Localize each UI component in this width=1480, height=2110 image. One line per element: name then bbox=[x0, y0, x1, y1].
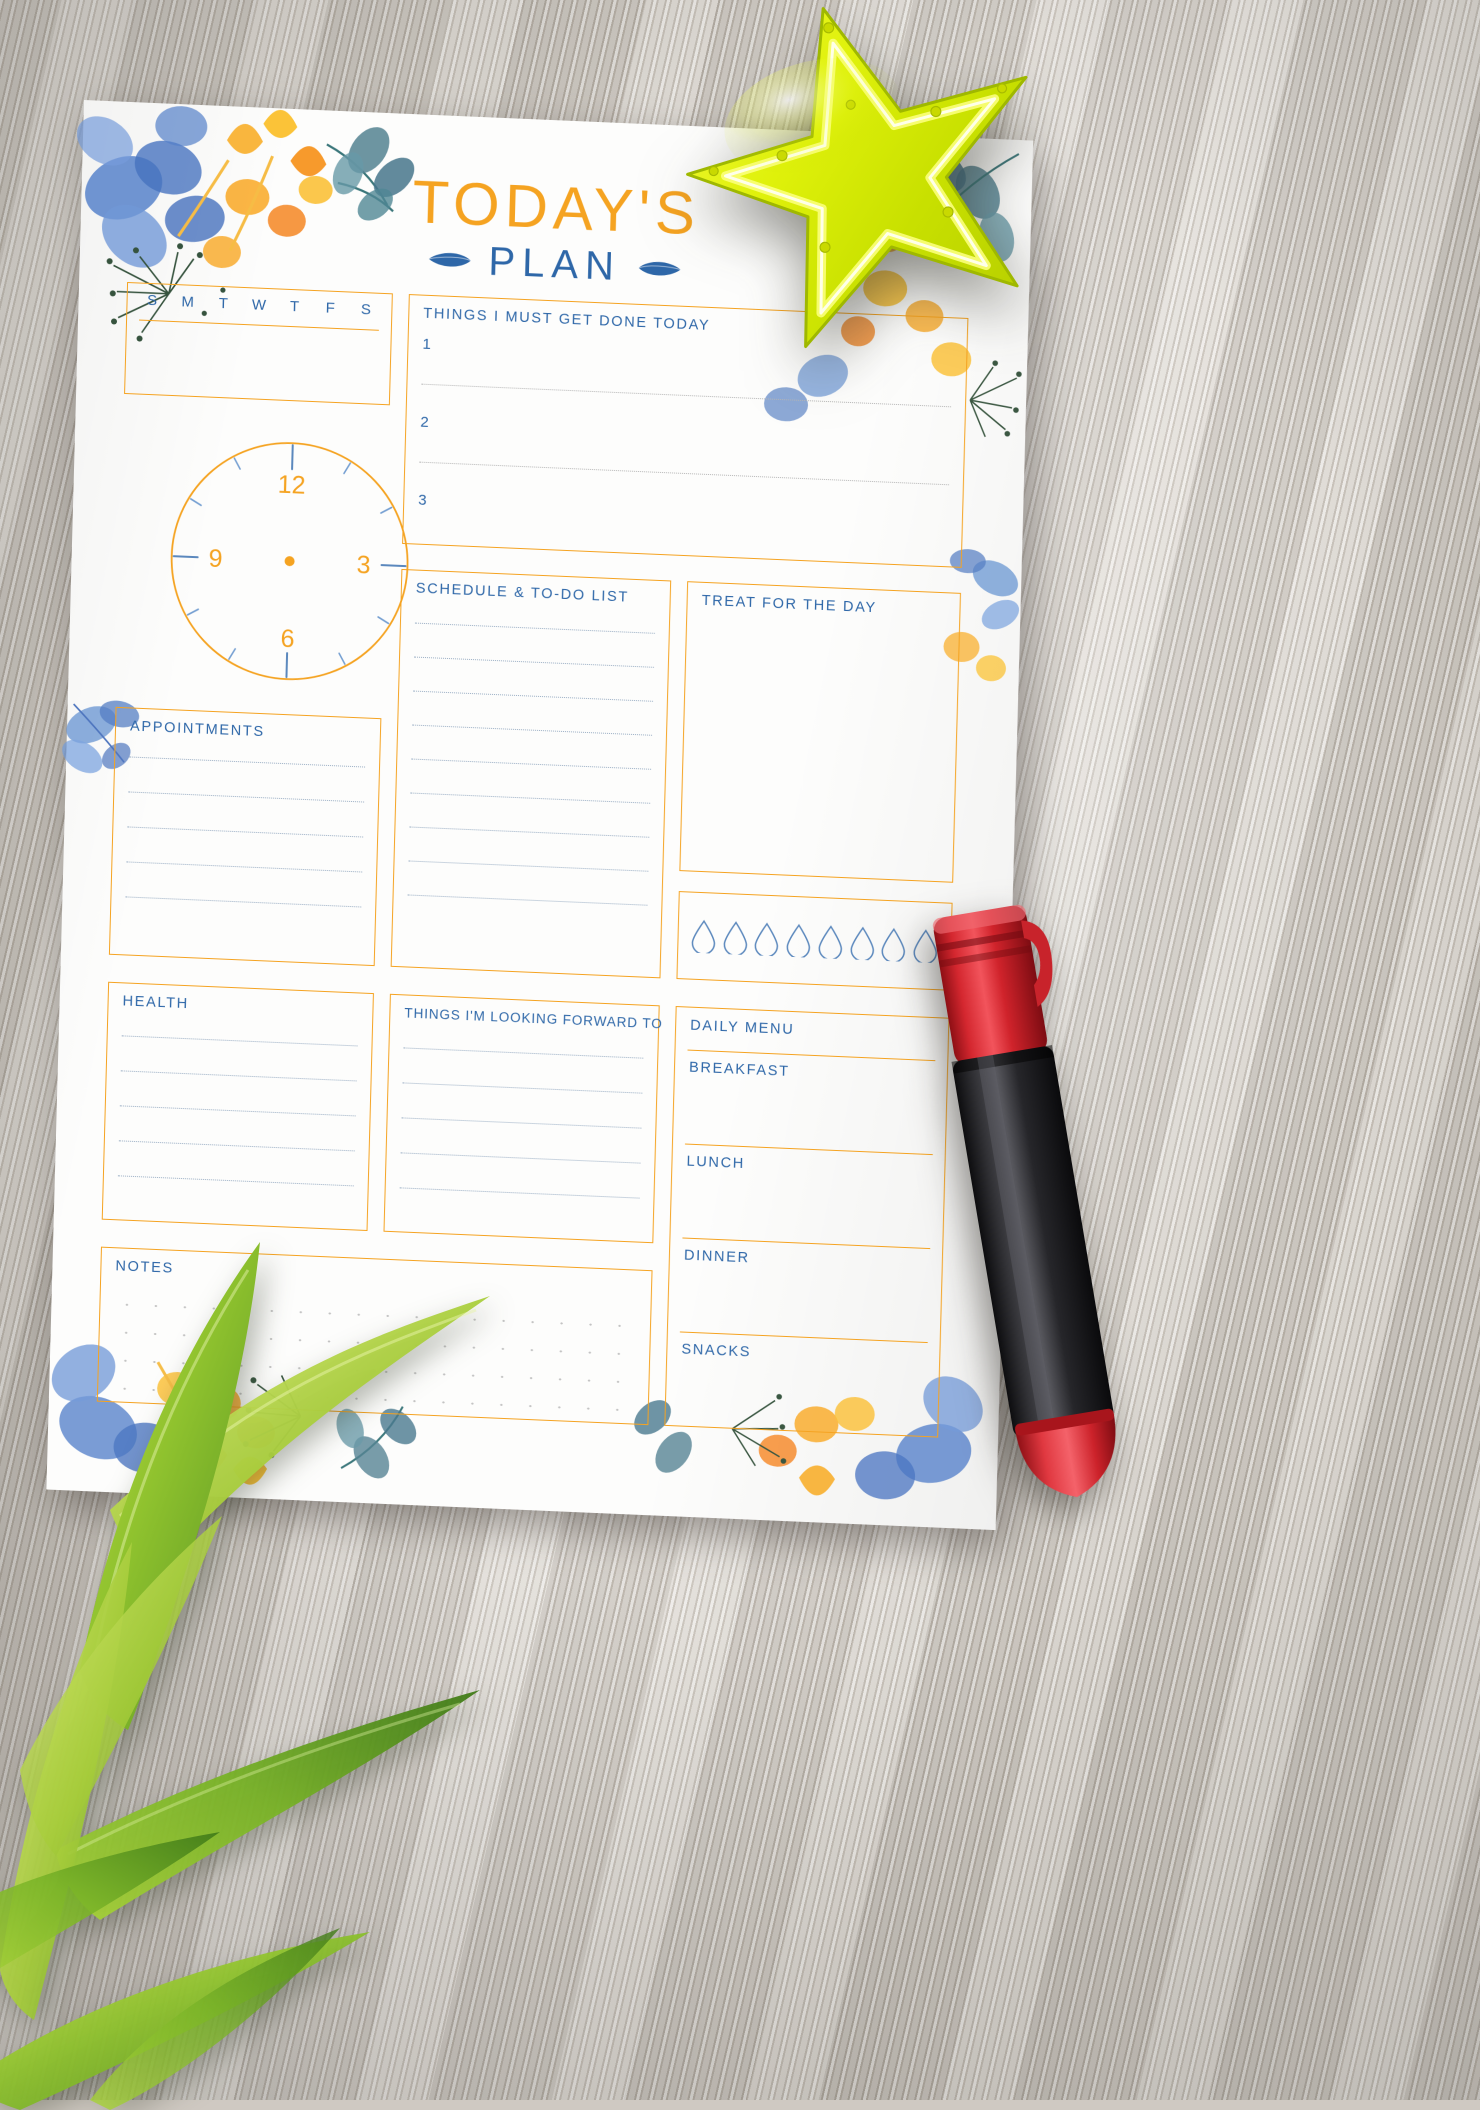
menu-rule-snacks bbox=[679, 1331, 928, 1344]
must-do-number-2: 2 bbox=[420, 413, 429, 431]
menu-section-lunch[interactable]: LUNCH bbox=[673, 1143, 945, 1172]
weekday-fri[interactable]: F bbox=[316, 299, 346, 317]
clock-number-12: 12 bbox=[277, 471, 306, 500]
appointments-label: APPOINTMENTS bbox=[129, 718, 265, 741]
must-do-item-3[interactable]: 3 bbox=[418, 492, 948, 533]
schedule-line bbox=[412, 724, 653, 736]
menu-rule-dinner bbox=[682, 1237, 931, 1250]
must-do-number-1: 1 bbox=[422, 335, 432, 354]
water-drop-icon[interactable] bbox=[754, 921, 781, 957]
weekday-sun[interactable]: S bbox=[137, 291, 167, 309]
plant-leaves-object bbox=[0, 1242, 490, 2110]
schedule-todo-label: SCHEDULE & TO-DO LIST bbox=[415, 580, 630, 606]
must-do-rule-2 bbox=[419, 461, 949, 486]
daily-menu-label: DAILY MENU bbox=[689, 1017, 795, 1039]
menu-label-breakfast: BREAKFAST bbox=[688, 1059, 790, 1080]
weekday-underline bbox=[139, 319, 379, 331]
menu-rule-lunch bbox=[684, 1143, 933, 1156]
clock-number-3: 3 bbox=[356, 551, 371, 580]
weekday-mon[interactable]: M bbox=[173, 293, 203, 311]
daily-menu-box[interactable]: DAILY MENU BREAKFAST LUNCH DINNER SNACKS bbox=[664, 1006, 950, 1438]
menu-label-lunch: LUNCH bbox=[686, 1153, 746, 1173]
must-do-rule-1 bbox=[421, 383, 952, 408]
leaf-ornament-left-icon bbox=[428, 253, 471, 267]
treat-of-day-label: TREAT FOR THE DAY bbox=[701, 592, 878, 617]
weekday-selector-box[interactable]: S M T W T F S bbox=[124, 281, 393, 406]
clock-face[interactable]: 12 3 6 9 bbox=[164, 434, 414, 688]
menu-label-dinner: DINNER bbox=[683, 1247, 750, 1267]
clock-center-dot bbox=[284, 556, 295, 567]
schedule-line bbox=[414, 622, 655, 634]
water-drop-icon[interactable] bbox=[817, 924, 844, 960]
must-do-number-3: 3 bbox=[418, 491, 427, 509]
weekday-sat[interactable]: S bbox=[351, 301, 381, 319]
weekday-wed[interactable]: W bbox=[244, 296, 274, 314]
clock-number-6: 6 bbox=[280, 625, 295, 654]
appointments-line bbox=[129, 756, 366, 768]
menu-section-snacks[interactable]: SNACKS bbox=[668, 1331, 940, 1361]
weekday-tue[interactable]: T bbox=[209, 295, 239, 313]
schedule-line bbox=[413, 690, 653, 702]
schedule-line bbox=[411, 758, 652, 770]
weekday-thu[interactable]: T bbox=[280, 298, 310, 316]
menu-label-snacks: SNACKS bbox=[681, 1341, 752, 1361]
clock-number-9: 9 bbox=[208, 545, 223, 574]
menu-section-breakfast[interactable]: BREAKFAST bbox=[676, 1049, 948, 1080]
menu-rule-breakfast bbox=[687, 1049, 936, 1062]
menu-section-dinner[interactable]: DINNER bbox=[670, 1237, 942, 1266]
water-drop-icon[interactable] bbox=[722, 920, 749, 956]
schedule-line bbox=[414, 656, 654, 668]
page-subtitle: PLAN bbox=[487, 239, 622, 290]
appointments-line bbox=[128, 791, 365, 803]
weekday-letters: S M T W T F S bbox=[137, 291, 381, 319]
water-drop-icon[interactable] bbox=[849, 925, 876, 961]
schedule-line bbox=[410, 792, 651, 804]
water-drop-icon[interactable] bbox=[690, 919, 717, 954]
treat-of-day-box[interactable]: TREAT FOR THE DAY bbox=[679, 581, 961, 883]
must-do-item-2[interactable]: 2 bbox=[419, 413, 950, 486]
water-drop-icon[interactable] bbox=[785, 923, 812, 958]
neon-star-object bbox=[686, 7, 1028, 349]
